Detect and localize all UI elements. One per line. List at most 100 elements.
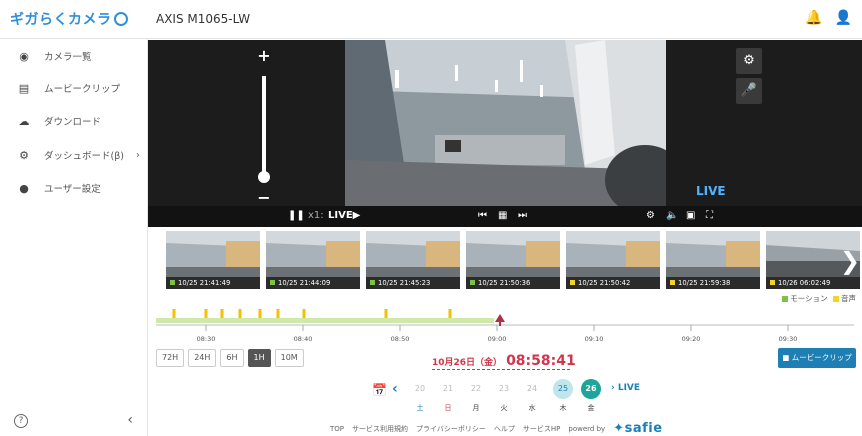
- thumbnail-label: 10/25 21:50:36: [466, 277, 560, 289]
- bell-icon[interactable]: 🔔: [805, 10, 822, 26]
- footer-link-privacy[interactable]: プライバシーポリシー: [416, 424, 486, 434]
- date-day: 23: [498, 384, 510, 393]
- event-thumbnail[interactable]: 10/25 21:50:36: [466, 231, 560, 289]
- safie-logo: ✦safie: [613, 421, 662, 436]
- account-icon[interactable]: 👤: [835, 10, 852, 26]
- thumbnail-time: 10/25 21:59:38: [678, 279, 731, 287]
- movie-clip-button-label: ムービークリップ: [791, 353, 852, 362]
- footer-link-top[interactable]: TOP: [330, 425, 344, 433]
- sidebar-item-camera-list[interactable]: ◉ カメラ一覧: [0, 42, 148, 70]
- safie-logo-text: safie: [624, 421, 663, 436]
- go-live-link[interactable]: › LIVE: [611, 383, 640, 393]
- snapshot-icon[interactable]: ▦: [498, 210, 507, 221]
- thumbnail-image: [166, 231, 260, 277]
- motion-marker: [270, 280, 275, 285]
- date-day-25[interactable]: 25: [553, 379, 573, 399]
- skip-next-icon[interactable]: ⏭: [518, 210, 527, 221]
- weekday: 金: [587, 404, 595, 412]
- range-72h-button[interactable]: 72H: [156, 349, 185, 367]
- footer-link-terms[interactable]: サービス利用規約: [352, 424, 408, 434]
- live-video[interactable]: [345, 40, 666, 206]
- weekday: 火: [500, 404, 508, 412]
- sidebar-item-label: ダウンロード: [44, 117, 102, 128]
- zoom-area-icon[interactable]: ▣: [686, 210, 695, 221]
- thumbnail-time: 10/25 21:50:36: [478, 279, 531, 287]
- timeline-tick: 09:00: [487, 335, 507, 343]
- current-time: 08:58:41: [506, 353, 576, 369]
- sidebar-item-label: ユーザー設定: [44, 184, 101, 195]
- thumbnail-label: 10/25 21:44:09: [266, 277, 360, 289]
- zoom-slider[interactable]: + −: [256, 46, 272, 207]
- thumbnail-time: 10/26 06:02:49: [778, 279, 831, 287]
- thumbnail-image: [366, 231, 460, 277]
- event-thumbnail[interactable]: 10/25 21:50:42: [566, 231, 660, 289]
- event-thumbnail[interactable]: 10/25 21:45:23: [366, 231, 460, 289]
- timeline-track[interactable]: [154, 300, 856, 334]
- current-date: 10月26日（金）: [432, 358, 503, 368]
- footer-link-help[interactable]: ヘルプ: [494, 424, 515, 434]
- zoom-track[interactable]: [262, 76, 266, 180]
- sidebar-item-label: ムービークリップ: [44, 84, 121, 95]
- user-icon: ●: [19, 181, 29, 195]
- speed-label[interactable]: x1:: [308, 210, 324, 221]
- previous-day-icon[interactable]: ‹: [392, 381, 398, 397]
- footer: TOP サービス利用規約 プライバシーポリシー ヘルプ サービスHP power…: [330, 421, 663, 436]
- timeline[interactable]: 08:30 08:40 08:50 09:00 09:10 09:20 09:3…: [154, 300, 856, 348]
- settings-gear-button[interactable]: ⚙: [736, 48, 762, 74]
- collapse-sidebar-icon[interactable]: ‹: [127, 412, 133, 428]
- weekday: 土: [416, 404, 424, 412]
- timeline-tick: 09:20: [681, 335, 701, 343]
- brand-logo[interactable]: ギガらくカメラ: [10, 9, 128, 29]
- microphone-button[interactable]: 🎤: [736, 78, 762, 104]
- thumbnail-label: 10/25 21:41:49: [166, 277, 260, 289]
- dashboard-icon: ⚙: [19, 148, 29, 162]
- thumbnails-prev-icon[interactable]: ❮: [150, 233, 170, 289]
- range-1h-button[interactable]: 1H: [247, 349, 271, 367]
- weekday: 月: [472, 404, 480, 412]
- calendar-icon[interactable]: 📅: [372, 383, 387, 397]
- footer-link-service[interactable]: サービスHP: [523, 424, 561, 434]
- volume-icon[interactable]: 🔈: [666, 210, 678, 221]
- fullscreen-icon[interactable]: ⛶: [706, 210, 713, 221]
- current-datetime[interactable]: 10月26日（金） 08:58:41: [432, 350, 576, 369]
- help-icon[interactable]: ?: [14, 414, 28, 428]
- timeline-tick: 08:40: [293, 335, 313, 343]
- brand-name: ギガらくカメラ: [10, 12, 112, 28]
- safie-bird-icon: ✦: [613, 421, 625, 436]
- zoom-handle[interactable]: [258, 171, 270, 183]
- sound-marker: [570, 280, 575, 285]
- range-10m-button[interactable]: 10M: [274, 349, 304, 367]
- thumbnail-image: [266, 231, 360, 277]
- thumbnail-label: 10/25 21:50:42: [566, 277, 660, 289]
- pause-icon[interactable]: ❚❚: [288, 210, 305, 221]
- player-settings-icon[interactable]: ⚙: [646, 210, 655, 221]
- sidebar-item-user-settings[interactable]: ● ユーザー設定: [0, 174, 148, 202]
- date-day-26-selected[interactable]: 26: [581, 379, 601, 399]
- motion-marker: [470, 280, 475, 285]
- zoom-out-icon[interactable]: −: [256, 188, 272, 207]
- sidebar-item-dashboard[interactable]: ⚙ ダッシュボード(β) ›: [0, 141, 148, 169]
- thumbnail-image: [666, 231, 760, 277]
- event-thumbnail[interactable]: 10/25 21:41:49: [166, 231, 260, 289]
- event-thumbnail-strip: 10/25 21:41:49 10/25 21:44:09 10/25 21:4…: [148, 227, 862, 292]
- sidebar-item-label: ダッシュボード(β): [44, 151, 124, 162]
- thumbnail-label: 10/25 21:45:23: [366, 277, 460, 289]
- range-6h-button[interactable]: 6H: [220, 349, 244, 367]
- sidebar-item-movie-clip[interactable]: ▤ ムービークリップ: [0, 74, 148, 102]
- date-day: 20: [414, 384, 426, 393]
- sidebar-item-download[interactable]: ☁ ダウンロード: [0, 107, 148, 135]
- live-button[interactable]: LIVE▶: [328, 210, 360, 221]
- brand-camera-icon: [113, 12, 128, 26]
- thumbnail-label: 10/25 21:59:38: [666, 277, 760, 289]
- motion-marker: [370, 280, 375, 285]
- zoom-in-icon[interactable]: +: [256, 46, 272, 65]
- go-live-label: LIVE: [617, 383, 641, 393]
- chevron-right-icon: ›: [136, 149, 140, 161]
- skip-previous-icon[interactable]: ⏮: [478, 210, 487, 221]
- event-thumbnail[interactable]: 10/25 21:59:38: [666, 231, 760, 289]
- thumbnails-next-icon[interactable]: ❯: [840, 233, 860, 289]
- event-thumbnail[interactable]: 10/25 21:44:09: [266, 231, 360, 289]
- movie-clip-button[interactable]: ■ ムービークリップ: [778, 348, 856, 368]
- top-icons: 🔔 👤: [805, 10, 852, 26]
- range-24h-button[interactable]: 24H: [188, 349, 217, 367]
